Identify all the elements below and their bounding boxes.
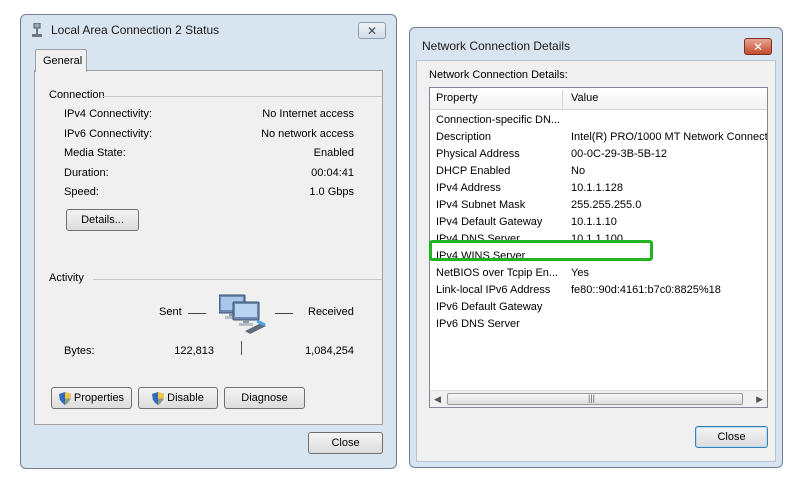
table-row[interactable]: IPv4 Address 10.1.1.128 — [430, 181, 767, 198]
speed-label: Speed: — [64, 186, 99, 198]
uac-shield-icon — [58, 391, 71, 405]
connection-heading: Connection — [49, 89, 105, 101]
close-button[interactable]: Close — [308, 432, 383, 454]
scroll-left-icon[interactable]: ◀ — [434, 394, 441, 405]
listview-header: Property Value — [430, 88, 767, 110]
network-computers-icon — [218, 293, 269, 335]
bytes-label: Bytes: — [64, 345, 95, 357]
column-header-property[interactable]: Property — [436, 92, 478, 104]
details-content: Network Connection Details: Property Val… — [416, 60, 776, 462]
network-adapter-icon — [31, 22, 43, 37]
column-separator[interactable] — [562, 90, 563, 108]
property-cell: Link-local IPv6 Address — [436, 284, 551, 296]
property-cell: NetBIOS over Tcpip En... — [436, 267, 559, 279]
property-cell: IPv4 Address — [436, 182, 501, 194]
value-cell: fe80::90d:4161:b7c0:8825%18 — [571, 284, 721, 296]
column-header-value[interactable]: Value — [571, 92, 598, 104]
bytes-received-value: 1,084,254 — [305, 345, 354, 357]
uac-shield-icon — [152, 391, 165, 405]
bytes-sent-value: 122,813 — [174, 345, 214, 357]
sent-label: Sent — [159, 306, 182, 318]
properties-label: Properties — [73, 392, 125, 404]
value-cell: Intel(R) PRO/1000 MT Network Connecti — [571, 131, 767, 143]
disable-button[interactable]: Disable — [138, 387, 218, 409]
value-cell: No — [571, 165, 586, 177]
window-title: Local Area Connection 2 Status — [51, 23, 220, 37]
table-row[interactable]: DHCP Enabled No — [430, 164, 767, 181]
table-row[interactable]: IPv6 DNS Server — [430, 317, 767, 334]
activity-heading: Activity — [49, 272, 84, 284]
details-listview[interactable]: Property Value Connection-specific DN...… — [429, 87, 768, 408]
ipv4-connectivity-value: No Internet access — [262, 108, 354, 120]
property-cell: IPv4 Default Gateway — [436, 216, 543, 228]
table-row[interactable]: IPv4 Subnet Mask 255.255.255.0 — [430, 198, 767, 215]
window-title: Network Connection Details — [422, 39, 571, 53]
horizontal-scrollbar[interactable]: ◀ ||| ▶ — [430, 390, 767, 407]
status-window: Local Area Connection 2 Status ✕ Connect… — [20, 14, 397, 469]
table-row[interactable]: Link-local IPv6 Address fe80::90d:4161:b7… — [430, 283, 767, 300]
details-window: Network Connection Details ✕ Network Con… — [409, 27, 783, 468]
scroll-thumb[interactable]: ||| — [447, 393, 743, 405]
details-button[interactable]: Details... — [66, 209, 139, 231]
value-cell: 10.1.1.10 — [571, 216, 617, 228]
disable-label: Disable — [167, 392, 204, 404]
received-line — [275, 313, 293, 314]
sent-line — [188, 313, 206, 314]
diagnose-button[interactable]: Diagnose — [224, 387, 305, 409]
value-cell: 255.255.255.0 — [571, 199, 642, 211]
general-tab-panel: Connection IPv4 Connectivity: No Interne… — [34, 70, 383, 425]
ipv4-connectivity-label: IPv4 Connectivity: — [64, 108, 153, 120]
value-cell: 00-0C-29-3B-5B-12 — [571, 148, 667, 160]
highlight-box — [429, 240, 653, 261]
details-window-titlebar[interactable]: Network Connection Details ✕ — [410, 28, 782, 58]
duration-label: Duration: — [64, 167, 109, 179]
property-cell: Description — [436, 131, 492, 143]
bytes-separator — [241, 341, 242, 355]
table-row[interactable]: Physical Address 00-0C-29-3B-5B-12 — [430, 147, 767, 164]
tab-general-label: General — [43, 55, 83, 67]
table-row[interactable]: Description Intel(R) PRO/1000 MT Network … — [430, 130, 767, 147]
ipv6-connectivity-label: IPv6 Connectivity: — [64, 128, 153, 140]
table-row[interactable]: NetBIOS over Tcpip En... Yes — [430, 266, 767, 283]
ipv6-connectivity-value: No network access — [261, 128, 354, 140]
property-cell: Physical Address — [436, 148, 520, 160]
table-row[interactable]: IPv4 Default Gateway 10.1.1.10 — [430, 215, 767, 232]
received-label: Received — [308, 306, 354, 318]
close-icon[interactable]: ✕ — [358, 22, 386, 39]
value-cell: Yes — [571, 267, 589, 279]
properties-button[interactable]: Properties — [51, 387, 132, 409]
value-cell: 10.1.1.128 — [571, 182, 623, 194]
speed-value: 1.0 Gbps — [309, 186, 354, 198]
close-icon[interactable]: ✕ — [744, 38, 772, 55]
property-cell: IPv4 Subnet Mask — [436, 199, 526, 211]
tab-general[interactable]: General — [35, 49, 87, 72]
property-cell: IPv6 Default Gateway — [436, 301, 543, 313]
property-cell: IPv6 DNS Server — [436, 318, 520, 330]
details-subtitle: Network Connection Details: — [429, 69, 568, 81]
divider — [93, 279, 382, 280]
status-window-titlebar[interactable]: Local Area Connection 2 Status ✕ — [21, 15, 396, 45]
property-cell: DHCP Enabled — [436, 165, 511, 177]
divider — [103, 96, 382, 97]
duration-value: 00:04:41 — [311, 167, 354, 179]
table-row[interactable]: Connection-specific DN... — [430, 113, 767, 130]
property-cell: Connection-specific DN... — [436, 114, 561, 126]
media-state-label: Media State: — [64, 147, 126, 159]
media-state-value: Enabled — [313, 147, 354, 159]
close-button[interactable]: Close — [695, 426, 768, 448]
table-row[interactable]: IPv6 Default Gateway — [430, 300, 767, 317]
scroll-right-icon[interactable]: ▶ — [756, 394, 763, 405]
